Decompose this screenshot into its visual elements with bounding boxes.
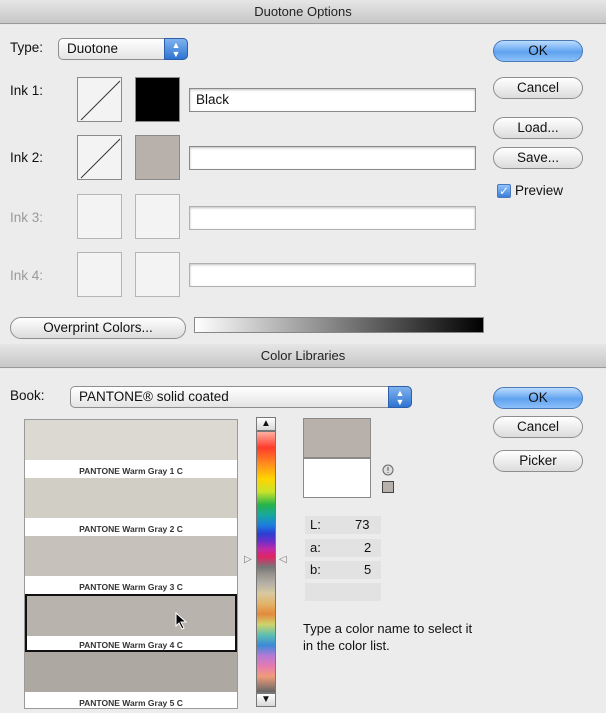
swatch-row-selected[interactable]: PANTONE Warm Gray 4 C [25,594,237,652]
ink4-color-swatch [135,252,180,297]
color-libraries-title-bar: Color Libraries [0,344,606,368]
preview-label: Preview [515,183,564,198]
lab-l-value: 73 [355,517,370,532]
ink3-label: Ink 3: [10,210,44,225]
ink1-name-field[interactable]: Black [189,88,476,112]
duotone-ok-button[interactable]: OK [493,40,583,62]
lab-empty-row [305,583,381,601]
lab-b-value: 5 [364,562,372,577]
web-safe-swatch-icon[interactable] [382,481,394,493]
swatch-chip [25,536,237,576]
swatch-row[interactable]: PANTONE Warm Gray 5 C [25,652,237,708]
swatch-list[interactable]: PANTONE Warm Gray 1 C PANTONE Warm Gray … [24,419,238,709]
ink1-curve-box[interactable] [77,77,122,122]
color-libraries-panel: Book: PANTONE® solid coated ▲ ▼ OK Cancel… [0,369,606,713]
lab-a-label: a: [310,540,321,555]
scroll-down-arrow-icon[interactable]: ▼ [256,693,276,707]
ink4-curve-box [77,252,122,297]
duotone-panel: Type: Duotone ▲ ▼ Ink 1: Black Ink 2: Ink… [0,25,606,344]
ink2-curve-box[interactable] [77,135,122,180]
curve-line-icon [80,80,121,121]
load-button[interactable]: Load... [493,117,583,139]
swatch-chip [27,596,235,636]
duotone-window-title: Duotone Options [254,4,352,19]
duotone-title-bar: Duotone Options [0,0,606,24]
swatch-chip [25,652,237,692]
ink2-label: Ink 2: [10,150,44,165]
swatch-name: PANTONE Warm Gray 1 C [79,466,183,476]
ink4-name-field [189,263,476,287]
preview-checkbox[interactable]: ✓ Preview [497,183,563,198]
svg-text:!: ! [386,466,389,475]
ink2-color-swatch[interactable] [135,135,180,180]
lab-l-label: L: [310,517,321,532]
overprint-gradient-bar [194,317,484,333]
picker-button[interactable]: Picker [493,450,583,472]
duotone-cancel-button[interactable]: Cancel [493,77,583,99]
original-color-preview [303,458,371,498]
ink1-name-value: Black [196,92,230,107]
lab-a-value: 2 [364,540,372,555]
color-spectrum-slider[interactable] [256,431,276,693]
ink1-label: Ink 1: [10,83,44,98]
scroll-up-arrow-icon[interactable]: ▲ [256,417,276,431]
swatch-row[interactable]: PANTONE Warm Gray 3 C [25,536,237,594]
color-libraries-window-title: Color Libraries [260,348,346,363]
lab-b-label: b: [310,562,321,577]
swatch-row[interactable]: PANTONE Warm Gray 2 C [25,478,237,536]
library-ok-button[interactable]: OK [493,387,583,409]
overprint-colors-button[interactable]: Overprint Colors... [10,317,186,339]
ink1-color-swatch[interactable] [135,77,180,122]
ink2-name-field[interactable] [189,146,476,170]
checkmark-icon: ✓ [497,183,511,198]
book-popup-value: PANTONE® solid coated [79,389,229,404]
type-popup[interactable]: Duotone ▲ ▼ [58,38,188,60]
swatch-name: PANTONE Warm Gray 5 C [79,698,183,708]
type-color-hint: Type a color name to select it in the co… [303,621,473,653]
mouse-cursor-icon [175,612,188,630]
library-cancel-button[interactable]: Cancel [493,416,583,438]
book-popup[interactable]: PANTONE® solid coated ▲ ▼ [70,386,412,408]
swatch-name: PANTONE Warm Gray 2 C [79,524,183,534]
swatch-chip [25,478,237,518]
swatch-row[interactable]: PANTONE Warm Gray 1 C [25,420,237,478]
gamut-warning-icon[interactable]: ! [382,464,394,476]
ink3-color-swatch [135,194,180,239]
slider-right-marker-icon[interactable]: ◁ [279,554,287,565]
slider-left-marker-icon[interactable]: ▷ [244,554,252,565]
swatch-name: PANTONE Warm Gray 4 C [79,640,183,650]
ink4-label: Ink 4: [10,268,44,283]
type-popup-value: Duotone [67,41,119,56]
curve-line-icon [80,138,121,179]
swatch-name: PANTONE Warm Gray 3 C [79,582,183,592]
ink3-name-field [189,206,476,230]
popup-arrows-icon: ▲ ▼ [164,38,188,60]
save-button[interactable]: Save... [493,147,583,169]
new-color-preview [303,418,371,458]
popup-arrows-icon: ▲ ▼ [388,386,412,408]
ink3-curve-box [77,194,122,239]
book-label: Book: [10,388,45,403]
type-label: Type: [10,40,44,55]
swatch-chip [25,420,237,460]
